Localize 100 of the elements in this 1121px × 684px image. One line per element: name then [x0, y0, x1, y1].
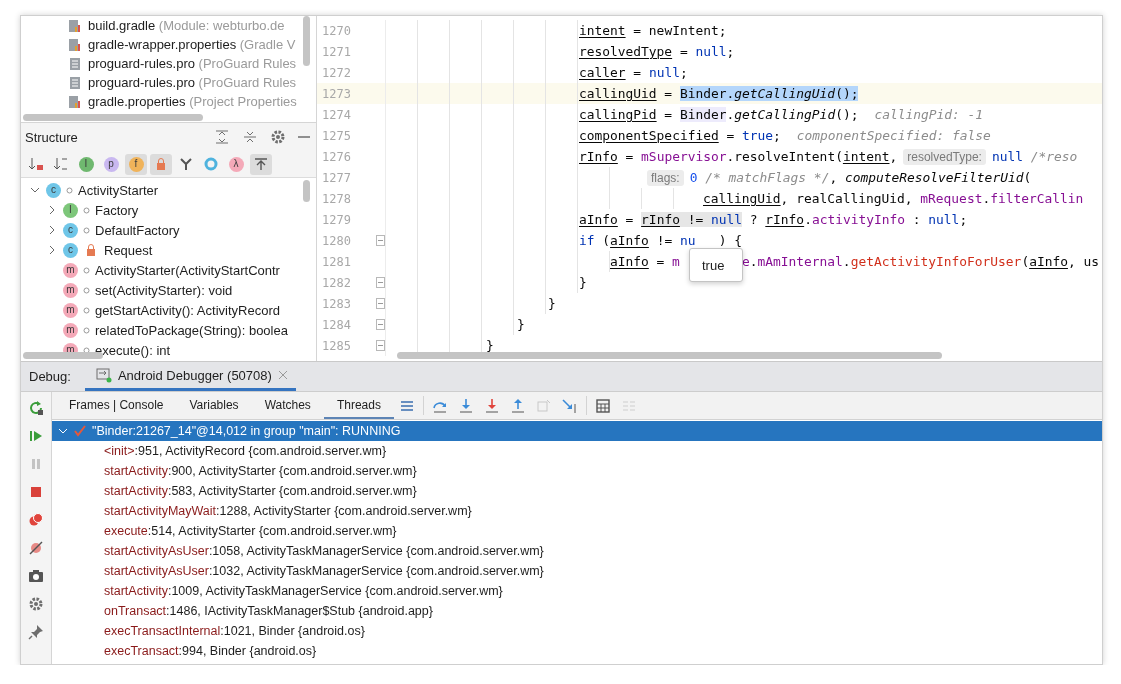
- code-text: aInfo = m: [610, 254, 680, 269]
- stack-frame[interactable]: startActivity:900, ActivityStarter {com.android.server.wm}: [104, 464, 417, 478]
- method-icon: m: [63, 302, 78, 318]
- chevron-down-icon: [30, 185, 40, 195]
- stack-frame[interactable]: onTransact:1486, IActivityTaskManager$Stub {android.app}: [104, 604, 433, 618]
- stack-frame[interactable]: execTransactInternal:1021, Binder {android.os}: [104, 624, 365, 638]
- file-item[interactable]: gradle.properties (Project Properties: [88, 94, 297, 109]
- lock-toggle[interactable]: [150, 153, 172, 175]
- tab[interactable]: Variables: [176, 392, 252, 419]
- tree-item[interactable]: execute(): int: [95, 342, 171, 358]
- file-item[interactable]: proguard-rules.pro (ProGuard Rules: [88, 56, 297, 71]
- tree-item[interactable]: set(ActivityStarter): void: [95, 282, 233, 298]
- dot-icon: [83, 266, 90, 274]
- line-number: 1272: [321, 65, 351, 80]
- file-item[interactable]: build.gradle (Module: webturbo.de: [88, 18, 285, 33]
- gradle-icon: [67, 17, 83, 34]
- evaluate-icon: [594, 397, 611, 414]
- fold-icon: [375, 235, 385, 246]
- tab[interactable]: Watches: [251, 392, 324, 419]
- autoscroll-icon: [253, 156, 269, 172]
- fold-icon: [375, 319, 385, 330]
- stack-frame[interactable]: startActivityMayWait:1288, ActivityStarter {com.android.server.wm}: [104, 504, 472, 518]
- camera-icon: [28, 568, 44, 584]
- thread-row[interactable]: "Binder:21267_14"@14,012 in group "main": RUNNING: [52, 421, 1102, 441]
- stack-frame[interactable]: startActivity:583, ActivityStarter {com.android.server.wm}: [104, 484, 417, 498]
- tab[interactable]: Frames | Console: [56, 392, 177, 419]
- line-number: 1276: [321, 149, 351, 164]
- dot-icon: [83, 306, 90, 314]
- line-number: 1280: [321, 233, 351, 248]
- code-text: intent = newIntent;: [579, 23, 727, 38]
- stop-icon: [28, 484, 44, 500]
- value-hint: callingPid: -1: [874, 107, 984, 122]
- text-icon: [67, 74, 83, 91]
- dot-icon: [83, 226, 90, 234]
- tree-item[interactable]: Factory: [95, 202, 139, 218]
- line-number: 1281: [321, 254, 351, 269]
- line-number: 1283: [321, 296, 351, 311]
- method-icon: m: [63, 322, 78, 338]
- class-icon: c: [63, 222, 78, 238]
- resume-icon: [28, 428, 44, 444]
- fold-icon: [375, 298, 385, 309]
- thread-name: "Binder:21267_14"@14,012 in group "main": RUNNING: [92, 424, 401, 438]
- text-icon: [67, 55, 83, 72]
- tree-item[interactable]: ActivityStarter: [78, 182, 159, 198]
- file-item[interactable]: proguard-rules.pro (ProGuard Rules: [88, 75, 297, 90]
- scrollbar[interactable]: [303, 180, 310, 202]
- autoscroll-toggle[interactable]: [250, 153, 272, 175]
- stack-frame[interactable]: execute:514, ActivityStarter {com.android.server.wm}: [104, 524, 397, 538]
- dot-icon: [83, 206, 90, 214]
- filter-toggle[interactable]: f: [125, 153, 147, 175]
- expand-all-icon: [214, 129, 230, 145]
- close-icon: [277, 370, 288, 380]
- scrollbar[interactable]: [397, 352, 942, 359]
- code-text: }: [579, 275, 587, 290]
- settings-icon: [270, 129, 286, 145]
- file-item[interactable]: gradle-wrapper.properties (Gradle V: [88, 37, 296, 52]
- settings-icon: [28, 596, 44, 612]
- stack-frame[interactable]: startActivity:1009, ActivityTaskManagerService {com.android.server.wm}: [104, 584, 503, 598]
- code-text: aInfo = rInfo != null ? rInfo.activityInfo : null;: [579, 212, 968, 227]
- panel-title: Debug:: [29, 368, 71, 386]
- code-text: resolvedType = null;: [579, 44, 735, 59]
- line-number: 1278: [321, 191, 351, 206]
- value-tooltip: true: [689, 248, 743, 282]
- class-icon: c: [46, 182, 61, 198]
- tab[interactable]: Threads: [323, 392, 394, 419]
- panel-title: Structure: [25, 129, 79, 145]
- tree-item[interactable]: DefaultFactory: [95, 222, 180, 238]
- scrollbar[interactable]: [303, 16, 310, 66]
- scrollbar[interactable]: [23, 114, 203, 121]
- code-text: }: [517, 317, 525, 332]
- minimize-icon: [298, 136, 310, 138]
- pin-icon: [28, 624, 44, 640]
- line-number: 1277: [321, 170, 351, 185]
- drop-frame-icon: [535, 397, 552, 414]
- parameter-hint: flags:: [647, 169, 684, 186]
- line-number: 1270: [321, 23, 351, 38]
- stack-frame[interactable]: startActivityAsUser:1058, ActivityTaskManagerService {com.android.server.wm}: [104, 544, 544, 558]
- gradle-icon: [67, 36, 83, 53]
- code-text: callingPid = Binder.getCallingPid();: [579, 107, 859, 122]
- line-number: 1282: [321, 275, 351, 290]
- dot-icon: [66, 186, 73, 194]
- tree-item[interactable]: getStartActivity(): ActivityRecord: [95, 302, 280, 318]
- stack-frame[interactable]: <init>:951, ActivityRecord {com.android.server.wm}: [104, 444, 387, 458]
- tree-item[interactable]: ActivityStarter(ActivityStartContr: [95, 262, 280, 278]
- code-text: caller = null;: [579, 65, 688, 80]
- force-step-into-icon: [483, 397, 500, 414]
- tree-item[interactable]: Request: [104, 242, 153, 258]
- stack-frame[interactable]: startActivityAsUser:1032, ActivityTaskManagerService {com.android.server.wm}: [104, 564, 544, 578]
- stack-frame[interactable]: execTransact:994, Binder {android.os}: [104, 644, 317, 658]
- code-text: e.mAmInternal.getActivityInfoForUser(aInfo, us: [741, 254, 1099, 269]
- mute-icon: [28, 540, 44, 556]
- collapse-all-icon: [242, 129, 258, 145]
- gradle-icon: [67, 93, 83, 110]
- line-number: 1273: [321, 86, 351, 101]
- rerun-icon: [28, 400, 44, 416]
- line-number: 1275: [321, 128, 351, 143]
- method-icon: m: [63, 282, 78, 298]
- code-text: null /*reso: [991, 149, 1078, 164]
- tree-item[interactable]: relatedToPackage(String): boolea: [95, 322, 288, 338]
- chevron-down-icon: [58, 426, 68, 436]
